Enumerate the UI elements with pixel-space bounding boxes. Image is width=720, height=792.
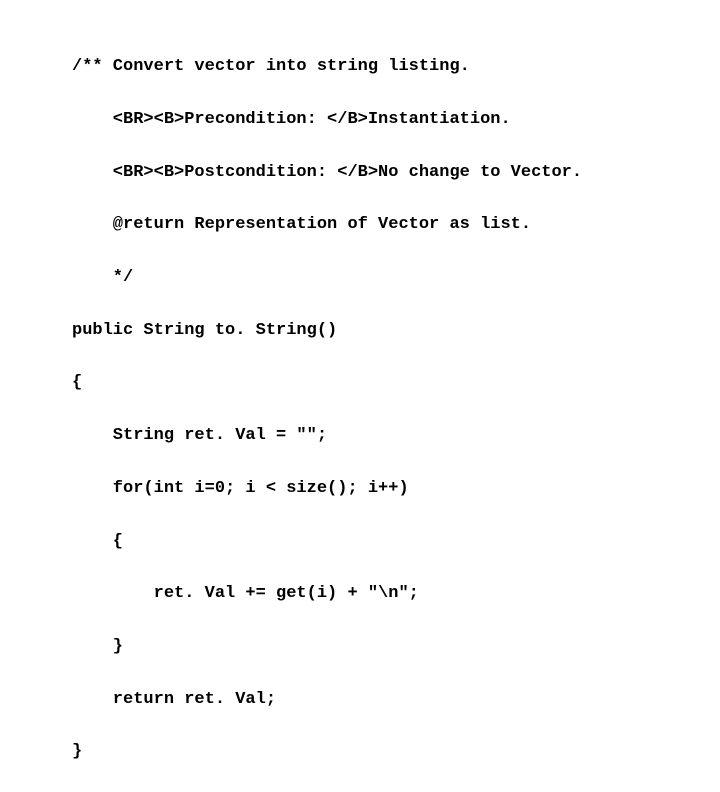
code-line: return ret. Val; (72, 687, 720, 713)
code-line: for(int i=0; i < size(); i++) (72, 476, 720, 502)
code-line: { (72, 529, 720, 555)
code-line: <BR><B>Precondition: </B>Instantiation. (72, 107, 720, 133)
code-line: } (72, 634, 720, 660)
code-line: } (72, 739, 720, 765)
code-line: <BR><B>Postcondition: </B>No change to V… (72, 160, 720, 186)
code-line: { (72, 370, 720, 396)
code-line: ret. Val += get(i) + "\n"; (72, 581, 720, 607)
code-line: public String to. String() (72, 318, 720, 344)
code-line: @return Representation of Vector as list… (72, 212, 720, 238)
code-line: */ (72, 265, 720, 291)
code-block: /** Convert vector into string listing. … (0, 0, 720, 792)
code-line: /** Convert vector into string listing. (72, 54, 720, 80)
code-line: String ret. Val = ""; (72, 423, 720, 449)
